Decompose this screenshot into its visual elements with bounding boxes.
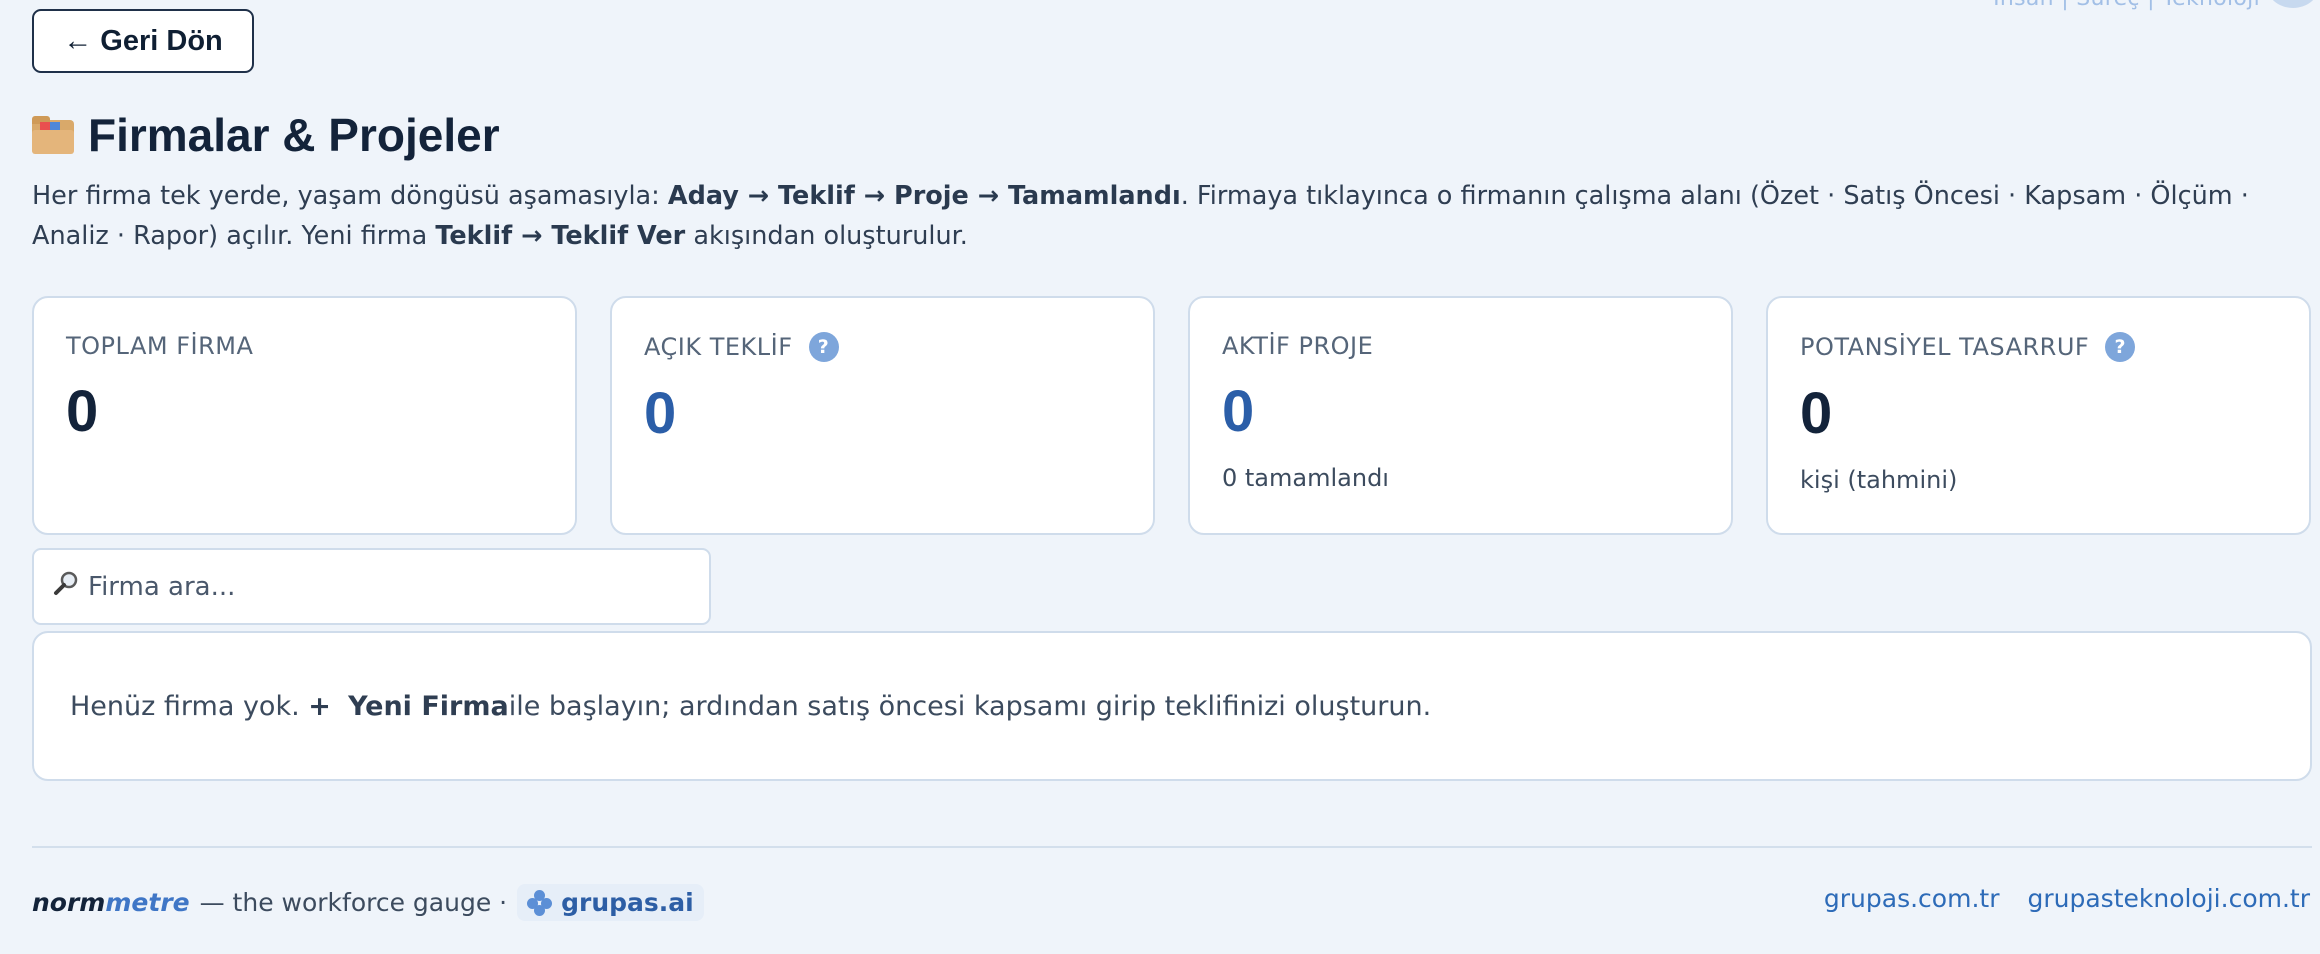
empty-state-hint: ile başlayın; ardından satış öncesi kaps… (508, 690, 1432, 722)
stat-card-total-firms: TOPLAM FİRMA 0 (32, 296, 577, 535)
brand-tagline: İnsan | Süreç | Teknoloji (1993, 0, 2260, 11)
footer-links: grupas.com.tr grupasteknoloji.com.tr (1824, 884, 2310, 913)
page-title: Firmalar & Projeler (88, 109, 500, 161)
back-button[interactable]: ← Geri Dön (32, 9, 254, 73)
stat-value: 0 (1222, 379, 1255, 444)
help-icon[interactable]: ? (2105, 332, 2136, 362)
new-firm-link: Yeni Firma (348, 690, 509, 722)
stat-card-active-projects: AKTİF PROJE 0 0 tamamlandı (1188, 296, 1733, 535)
stat-label: AKTİF PROJE (1222, 332, 1374, 360)
empty-state-panel: Henüz firma yok. + Yeni Firma ile başlay… (32, 631, 2312, 781)
stat-value: 0 (644, 381, 677, 446)
stat-value: 0 (66, 379, 99, 444)
grupas-dots-icon (527, 889, 553, 916)
normmetre-logo: normmetre (32, 888, 190, 917)
plus-icon: + (308, 690, 331, 722)
stat-card-potential-savings: POTANSİYEL TASARRUF? 0 kişi (tahmini) (1766, 296, 2311, 535)
footer-brand: normmetre — the workforce gauge · grupas… (32, 884, 704, 921)
help-icon[interactable]: ? (808, 332, 839, 362)
stat-label: AÇIK TEKLİF? (644, 332, 1121, 362)
stat-card-open-offers: AÇIK TEKLİF? 0 (610, 296, 1155, 535)
empty-state-text: Henüz firma yok. (70, 690, 300, 722)
page-description: Her firma tek yerde, yaşam döngüsü aşama… (32, 181, 2249, 251)
stat-subtext: kişi (tahmini) (1800, 466, 1958, 494)
footer-link-grupasteknoloji[interactable]: grupasteknoloji.com.tr (2027, 884, 2310, 913)
folder-icon (32, 116, 74, 154)
stat-subtext: 0 tamamlandı (1222, 464, 1389, 492)
magnifier-icon (52, 569, 80, 604)
brand-logo (2266, 0, 2320, 8)
grupas-ai-link[interactable]: grupas.ai (517, 884, 704, 921)
search-box[interactable] (32, 548, 711, 625)
footer-divider (32, 846, 2312, 848)
stat-label: POTANSİYEL TASARRUF? (1800, 332, 2277, 362)
stat-value: 0 (1800, 381, 1833, 446)
footer-tagline: — the workforce gauge · (199, 888, 508, 917)
page-header: Firmalar & Projeler (32, 108, 500, 162)
search-input[interactable] (88, 571, 688, 602)
lifecycle-stages: Aday → Teklif → Proje → Tamamlandı (667, 181, 1181, 211)
stat-label: TOPLAM FİRMA (66, 332, 254, 360)
offer-flow: Teklif → Teklif Ver (435, 221, 686, 251)
footer-link-grupas[interactable]: grupas.com.tr (1824, 884, 2000, 913)
